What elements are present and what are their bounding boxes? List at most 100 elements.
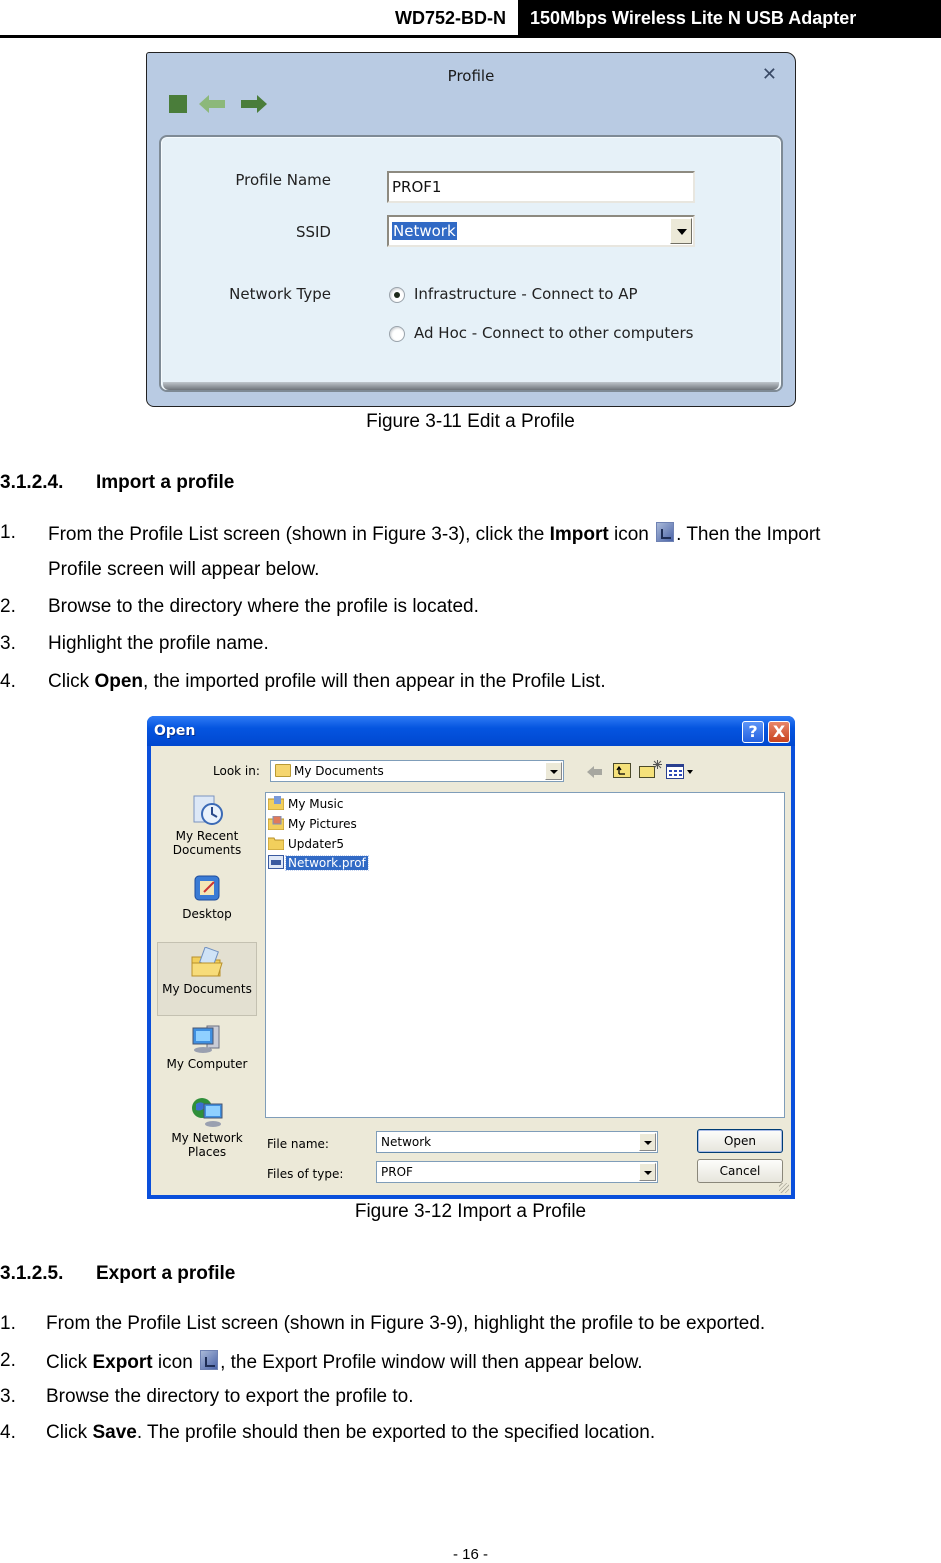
text-run: From the Profile List screen (shown in F…	[48, 524, 550, 545]
file-list-item[interactable]: My Music	[268, 796, 345, 814]
profile-name-input[interactable]: PROF1	[387, 171, 695, 203]
music-folder-icon	[268, 796, 284, 810]
look-in-label: Look in:	[213, 764, 260, 778]
close-icon[interactable]: ✕	[762, 64, 777, 85]
chevron-down-icon[interactable]	[639, 1163, 656, 1181]
list-number: 2.	[0, 596, 16, 617]
open-dialog-body: Look in: My Documents My Recent Document…	[151, 746, 791, 1195]
section-title: Export a profile	[96, 1263, 236, 1284]
profile-name-label: Profile Name	[235, 171, 331, 189]
profile-toolbar	[169, 95, 267, 113]
list-item: 3. Browse the directory to export the pr…	[0, 1386, 941, 1410]
files-of-type-select[interactable]: PROF	[376, 1161, 658, 1183]
arrow-right-icon[interactable]	[239, 95, 267, 113]
cancel-button[interactable]: Cancel	[697, 1159, 783, 1183]
file-name-label: File name:	[267, 1137, 329, 1151]
file-list[interactable]: My Music My Pictures Updater5 Network.pr…	[265, 792, 785, 1118]
list-number: 1.	[0, 522, 16, 543]
place-label: Documents	[172, 843, 242, 857]
chevron-down-icon[interactable]	[545, 762, 562, 780]
files-of-type-label: Files of type:	[267, 1167, 344, 1181]
desktop-icon	[190, 872, 224, 904]
file-name-value: Network	[381, 1135, 432, 1149]
file-name: My Music	[288, 797, 344, 811]
list-number: 4.	[0, 671, 16, 692]
list-number: 1.	[0, 1313, 16, 1334]
radio-adhoc[interactable]	[389, 326, 405, 342]
bold-term: Open	[94, 671, 144, 692]
figure-caption: Figure 3-11 Edit a Profile	[366, 411, 575, 432]
text-run: . Then the Import	[676, 524, 821, 545]
sparkle-icon	[653, 760, 662, 769]
open-button[interactable]: Open	[697, 1129, 783, 1153]
recent-documents-icon	[190, 794, 224, 826]
chevron-down-icon[interactable]	[687, 770, 693, 774]
my-documents-icon	[190, 946, 224, 979]
export-icon	[200, 1350, 219, 1370]
text-run: , the Export Profile window will then ap…	[220, 1352, 643, 1373]
ssid-label: SSID	[295, 223, 331, 241]
view-menu-icon[interactable]	[666, 764, 684, 779]
up-folder-icon[interactable]	[613, 763, 631, 778]
list-item: 2. Click Export icon , the Export Profil…	[0, 1350, 941, 1374]
file-name: Updater5	[288, 837, 345, 851]
place-label: Desktop	[182, 907, 232, 921]
profile-form-panel: Profile Name PROF1 SSID Network Network …	[159, 135, 783, 392]
section-number: 3.1.2.4.	[0, 472, 64, 493]
open-dialog-title: Open	[154, 723, 196, 739]
file-list-item[interactable]: My Pictures	[268, 816, 359, 834]
profile-dialog: Profile ✕ Profile Name PROF1 SSID Networ…	[146, 52, 796, 407]
stop-icon[interactable]	[169, 95, 187, 113]
radio-adhoc-label: Ad Hoc - Connect to other computers	[414, 324, 694, 342]
text-run: Click	[46, 1422, 93, 1443]
list-item: 4. Click Open, the imported profile will…	[0, 671, 941, 695]
place-label: My Network	[171, 1131, 243, 1145]
bold-term: Save	[92, 1422, 137, 1443]
figure-caption: Figure 3-12 Import a Profile	[354, 1201, 587, 1222]
radio-infrastructure[interactable]	[389, 287, 405, 303]
ssid-combobox[interactable]: Network	[387, 215, 695, 247]
list-text: From the Profile List screen (shown in F…	[46, 1313, 766, 1334]
list-item: 1. From the Profile List screen (shown i…	[0, 1313, 941, 1337]
help-button[interactable]: ?	[742, 721, 764, 743]
file-name: My Pictures	[288, 817, 357, 831]
chevron-down-icon[interactable]	[639, 1133, 656, 1151]
my-computer-icon	[190, 1022, 224, 1054]
list-text: Browse the directory to export the profi…	[46, 1386, 414, 1407]
place-desktop[interactable]: Desktop	[157, 872, 257, 921]
section-number: 3.1.2.5.	[0, 1263, 64, 1284]
text-run: . The profile should then be exported to…	[136, 1422, 656, 1443]
text-run: Click	[48, 671, 95, 692]
list-item: 2. Browse to the directory where the pro…	[0, 596, 941, 620]
section-heading-import: 3.1.2.4. Import a profile	[0, 472, 234, 494]
list-item: 1. From the Profile List screen (shown i…	[0, 522, 941, 546]
file-name: Network.prof	[285, 855, 369, 871]
chevron-down-icon[interactable]	[670, 218, 692, 244]
list-text: Highlight the profile name.	[48, 633, 269, 654]
place-label: My Recent	[175, 829, 239, 843]
import-icon	[656, 522, 675, 542]
back-arrow-icon[interactable]	[587, 765, 603, 779]
folder-icon	[268, 837, 284, 850]
look-in-combobox[interactable]: My Documents	[270, 760, 564, 782]
close-button[interactable]: X	[768, 721, 790, 743]
arrow-left-icon[interactable]	[199, 95, 227, 113]
list-text: Click Export icon , the Export Profile w…	[46, 1350, 643, 1374]
text-run: icon	[152, 1352, 199, 1373]
folder-icon	[275, 764, 291, 777]
resize-grip[interactable]	[779, 1183, 789, 1193]
place-my-computer[interactable]: My Computer	[157, 1022, 257, 1071]
panel-shadow	[163, 382, 779, 390]
list-item: 3. Highlight the profile name.	[0, 633, 941, 657]
file-list-item[interactable]: Updater5	[268, 836, 346, 854]
section-heading-export: 3.1.2.5. Export a profile	[0, 1263, 235, 1285]
file-name-combobox[interactable]: Network	[376, 1131, 658, 1153]
place-my-network-places[interactable]: My Network Places	[157, 1096, 257, 1159]
place-my-recent-documents[interactable]: My Recent Documents	[157, 794, 257, 857]
text-run: Click	[46, 1352, 93, 1373]
place-my-documents[interactable]: My Documents	[157, 942, 257, 1016]
file-list-item-selected[interactable]: Network.prof	[268, 855, 369, 873]
list-number: 4.	[0, 1422, 16, 1443]
section-title: Import a profile	[96, 472, 235, 493]
list-text: Click Save. The profile should then be e…	[46, 1422, 655, 1444]
